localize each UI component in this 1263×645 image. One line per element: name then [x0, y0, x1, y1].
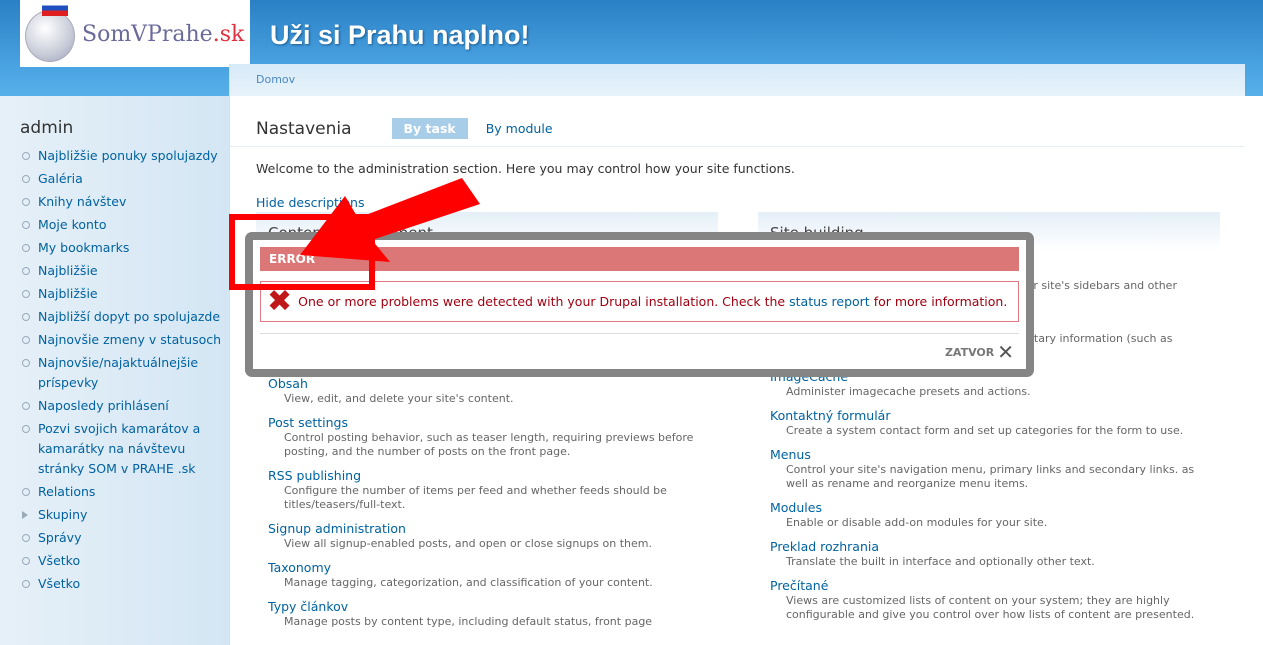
flag-icon: [42, 0, 68, 16]
admin-item: Typy článkov Manage posts by content type…: [268, 598, 706, 629]
sidebar-item[interactable]: Naposledy prihlásení: [22, 396, 229, 416]
tab-by-module[interactable]: By module: [474, 118, 565, 139]
error-message: ✖ One or more problems were detected wit…: [260, 281, 1019, 322]
message-text-end: for more information.: [873, 294, 1008, 309]
divider: [260, 333, 1019, 334]
admin-item: Signup administration View all signup-ena…: [268, 520, 706, 551]
sidebar-item[interactable]: Najbližšie: [22, 284, 229, 304]
admin-item-link[interactable]: Typy článkov: [268, 598, 706, 615]
sidebar-item[interactable]: Najbližšie ponuky spolujazdy: [22, 146, 229, 166]
welcome-text: Welcome to the administration section. H…: [256, 161, 795, 176]
admin-item-desc: Control posting behavior, such as teaser…: [284, 431, 694, 458]
admin-item: Post settings Control posting behavior, s…: [268, 414, 706, 459]
sidebar-item[interactable]: Všetko: [22, 551, 229, 571]
logo-text: SomVPrahe.sk: [82, 22, 244, 47]
admin-item: Preklad rozhrania Translate the built in …: [770, 538, 1208, 569]
admin-item-desc: View all signup-enabled posts, and open …: [284, 537, 652, 550]
admin-item-link[interactable]: Taxonomy: [268, 559, 706, 576]
admin-item-desc: Translate the built in interface and opt…: [786, 555, 1095, 568]
admin-item-link[interactable]: Modules: [770, 499, 1208, 516]
admin-item-desc: Administer imagecache presets and action…: [786, 385, 1031, 398]
admin-item-desc: Manage posts by content type, including …: [284, 615, 653, 628]
sidebar-item[interactable]: Najnovšie zmeny v statusoch: [22, 330, 229, 350]
admin-item-desc: Control your site's navigation menu, pri…: [786, 463, 1195, 490]
admin-item-link[interactable]: Menus: [770, 446, 1208, 463]
admin-item: Prečítané Views are customized lists of c…: [770, 577, 1208, 622]
admin-item-link[interactable]: Prečítané: [770, 577, 1208, 594]
admin-item: Menus Control your site's navigation menu…: [770, 446, 1208, 491]
sidebar-item[interactable]: Moje konto: [22, 215, 229, 235]
sidebar-item[interactable]: Najnovšie/najaktuálnejšie príspevky: [22, 353, 229, 393]
page-title: Nastavenia: [256, 118, 352, 139]
sidebar-item[interactable]: Správy: [22, 528, 229, 548]
close-label: ZATVOR: [944, 345, 995, 359]
status-report-link[interactable]: status report: [789, 294, 870, 309]
admin-item: RSS publishing Configure the number of it…: [268, 467, 706, 512]
sidebar-item[interactable]: Najbližšie: [22, 261, 229, 281]
error-dialog: ERROR ✖ One or more problems were detect…: [245, 232, 1034, 377]
tab-by-task[interactable]: By task: [391, 118, 468, 139]
sidebar-item[interactable]: Knihy návštev: [22, 192, 229, 212]
breadcrumb-home[interactable]: Domov: [256, 73, 295, 86]
message-text: One or more problems were detected with …: [298, 294, 786, 309]
admin-item: Modules Enable or disable add-on modules …: [770, 499, 1208, 530]
logo-suffix: .sk: [212, 22, 245, 47]
admin-item-desc: Views are customized lists of content on…: [786, 594, 1195, 621]
admin-item: Obsah View, edit, and delete your site's …: [268, 375, 706, 406]
sidebar-title: admin: [20, 118, 74, 138]
sidebar-item[interactable]: Relations: [22, 482, 229, 502]
hide-descriptions-link[interactable]: Hide descriptions: [256, 195, 364, 210]
error-x-icon: ✖: [267, 283, 293, 319]
logo-main: SomVPrahe: [82, 22, 213, 47]
admin-item-link[interactable]: Preklad rozhrania: [770, 538, 1208, 555]
error-heading: ERROR: [260, 247, 1019, 271]
divider: [230, 146, 1245, 147]
admin-item-link[interactable]: Kontaktný formulár: [770, 407, 1208, 424]
sidebar-item[interactable]: Galéria: [22, 169, 229, 189]
sidebar-item[interactable]: Pozvi svojich kamarátov a kamarátky na n…: [22, 419, 229, 479]
sidebar-item[interactable]: My bookmarks: [22, 238, 229, 258]
sidebar: admin Najbližšie ponuky spolujazdy Galéri…: [0, 96, 229, 645]
admin-item-link[interactable]: Post settings: [268, 414, 706, 431]
admin-item-link[interactable]: Signup administration: [268, 520, 706, 537]
admin-item: Kontaktný formulár Create a system contac…: [770, 407, 1208, 438]
admin-item-desc: Enable or disable add-on modules for you…: [786, 516, 1048, 529]
close-button[interactable]: ZATVOR ✕: [945, 340, 1014, 364]
admin-item-link[interactable]: RSS publishing: [268, 467, 706, 484]
close-icon: ✕: [997, 340, 1014, 364]
admin-item-link[interactable]: Obsah: [268, 375, 706, 392]
sidebar-item[interactable]: Všetko: [22, 574, 229, 594]
admin-item-desc: Create a system contact form and set up …: [786, 424, 1184, 437]
admin-item-desc: Configure the number of items per feed a…: [284, 484, 667, 511]
admin-item-desc: Manage tagging, categorization, and clas…: [284, 576, 653, 589]
admin-item-desc: View, edit, and delete your site's conte…: [284, 392, 514, 405]
globe-icon: [25, 10, 75, 62]
breadcrumb: Domov: [230, 64, 1245, 96]
admin-item: Taxonomy Manage tagging, categorization, …: [268, 559, 706, 590]
sidebar-menu: Najbližšie ponuky spolujazdy Galéria Knihy…: [0, 146, 229, 594]
site-logo[interactable]: SomVPrahe.sk: [20, 0, 250, 67]
sidebar-item[interactable]: Skupiny: [22, 505, 229, 525]
sidebar-item[interactable]: Najbližší dopyt po spolujazde: [22, 307, 229, 327]
site-title: Uži si Prahu naplno!: [270, 20, 530, 50]
